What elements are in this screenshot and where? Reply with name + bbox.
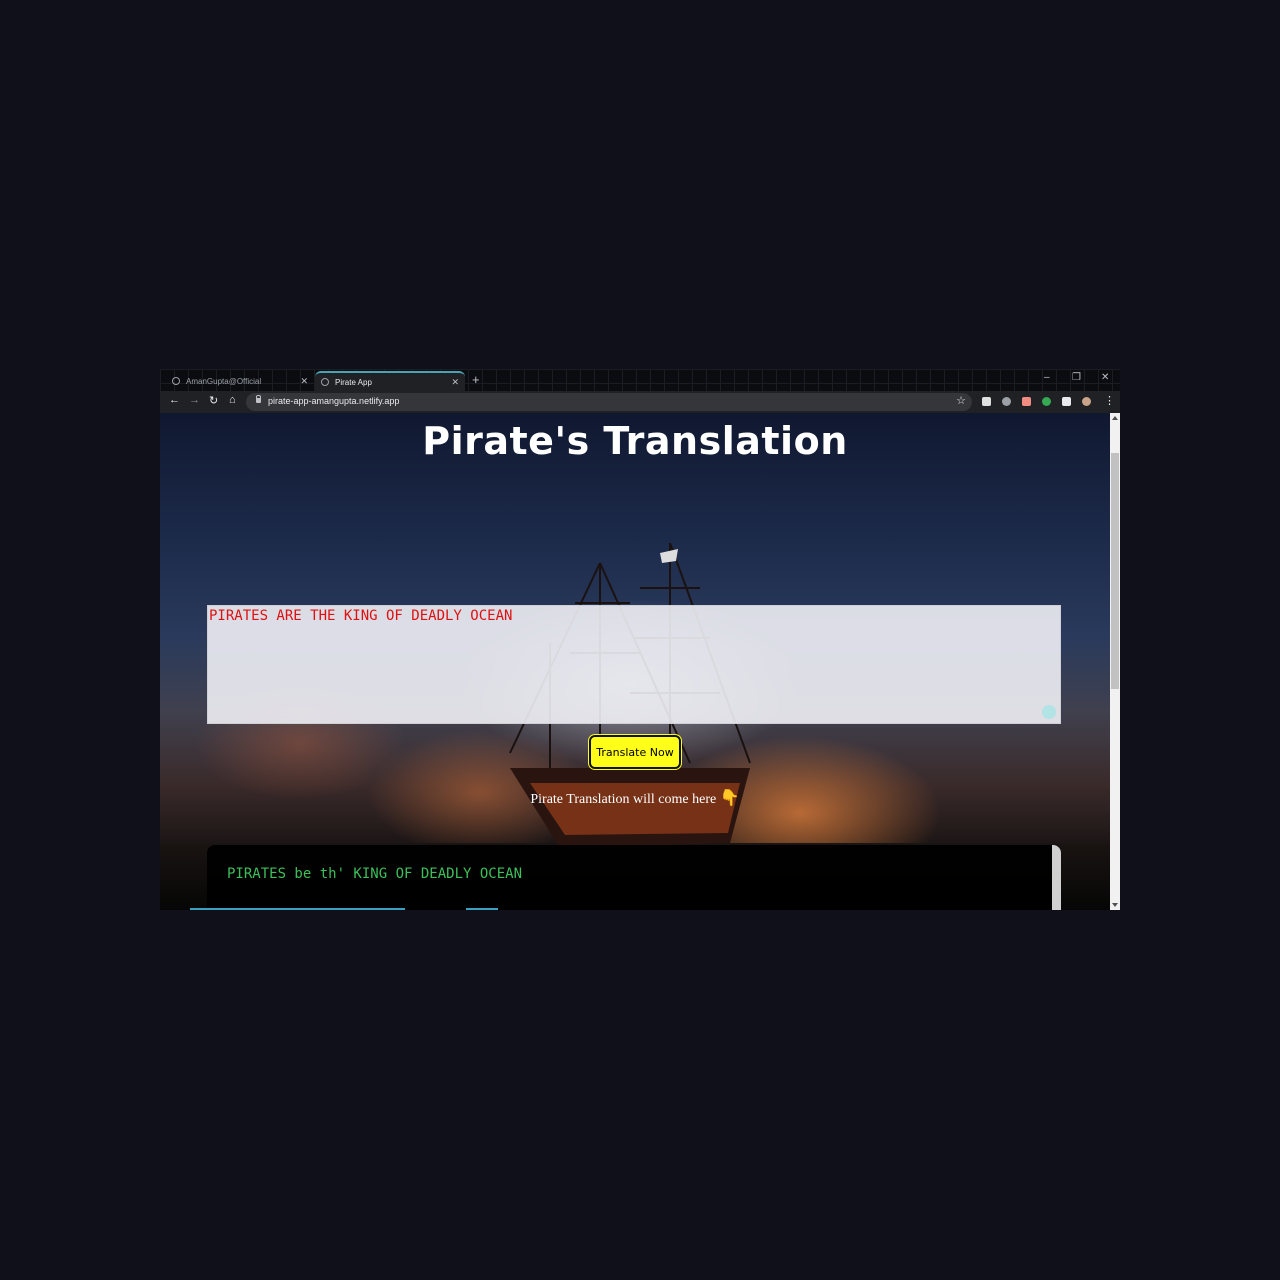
globe-icon: [321, 378, 329, 386]
close-window-icon[interactable]: ✕: [1101, 372, 1109, 383]
extension-icon[interactable]: [1002, 397, 1011, 406]
hint-text: Pirate Translation will come here: [530, 792, 717, 807]
resize-handle-icon[interactable]: [1042, 705, 1056, 719]
extension-icon[interactable]: [1042, 397, 1051, 406]
close-tab-icon[interactable]: ✕: [300, 376, 308, 387]
minimize-icon[interactable]: –: [1044, 372, 1050, 383]
translation-output: PIRATES be th' KING OF DEADLY OCEAN: [207, 845, 1061, 910]
new-tab-icon[interactable]: +: [472, 372, 480, 387]
puzzle-icon[interactable]: [1062, 397, 1071, 406]
tab-amangupta-official[interactable]: AmanGupta@Official ✕: [166, 371, 314, 391]
globe-icon: [172, 377, 180, 385]
page-viewport: Pirate's Translation PIRATES ARE THE KIN…: [160, 413, 1110, 910]
profile-avatar[interactable]: [1082, 397, 1091, 406]
browser-window: AmanGupta@Official ✕ Pirate App ✕ + – ❐ …: [160, 369, 1120, 910]
forward-icon[interactable]: →: [189, 394, 200, 406]
tab-pirate-app[interactable]: Pirate App ✕: [315, 371, 465, 391]
tab-title: AmanGupta@Official: [186, 376, 262, 386]
footer-strip: [466, 908, 498, 910]
pointing-down-icon: 👇: [719, 790, 740, 807]
url-text: pirate-app-amangupta.netlify.app: [268, 396, 400, 406]
footer-strip: [190, 908, 405, 910]
output-scrollbar[interactable]: [1052, 845, 1061, 910]
lock-icon: [256, 395, 261, 403]
scroll-down-icon[interactable]: [1112, 903, 1118, 907]
menu-kebab-icon[interactable]: ⋮: [1104, 394, 1115, 407]
page-scrollbar[interactable]: [1110, 413, 1120, 910]
tab-strip: AmanGupta@Official ✕ Pirate App ✕ + – ❐ …: [160, 369, 1120, 391]
output-text: PIRATES be th' KING OF DEADLY OCEAN: [227, 866, 523, 882]
scroll-up-icon[interactable]: [1112, 416, 1118, 420]
page-title: Pirate's Translation: [422, 419, 848, 463]
bookmark-star-icon[interactable]: ☆: [956, 394, 966, 407]
home-icon[interactable]: ⌂: [229, 394, 236, 406]
extension-icon[interactable]: [982, 397, 991, 406]
tab-title: Pirate App: [335, 377, 372, 387]
translate-button[interactable]: Translate Now: [589, 735, 681, 769]
extension-icon[interactable]: [1022, 397, 1031, 406]
maximize-icon[interactable]: ❐: [1072, 372, 1081, 383]
output-hint: Pirate Translation will come here 👇: [160, 788, 1110, 808]
reload-icon[interactable]: ↻: [209, 394, 218, 407]
translation-input[interactable]: PIRATES ARE THE KING OF DEADLY OCEAN: [207, 605, 1061, 724]
back-icon[interactable]: ←: [169, 394, 180, 406]
address-bar[interactable]: pirate-app-amangupta.netlify.app ☆: [246, 393, 972, 411]
close-tab-icon[interactable]: ✕: [451, 377, 459, 388]
scroll-thumb[interactable]: [1111, 453, 1119, 689]
browser-toolbar: ← → ↻ ⌂ pirate-app-amangupta.netlify.app…: [160, 391, 1120, 413]
